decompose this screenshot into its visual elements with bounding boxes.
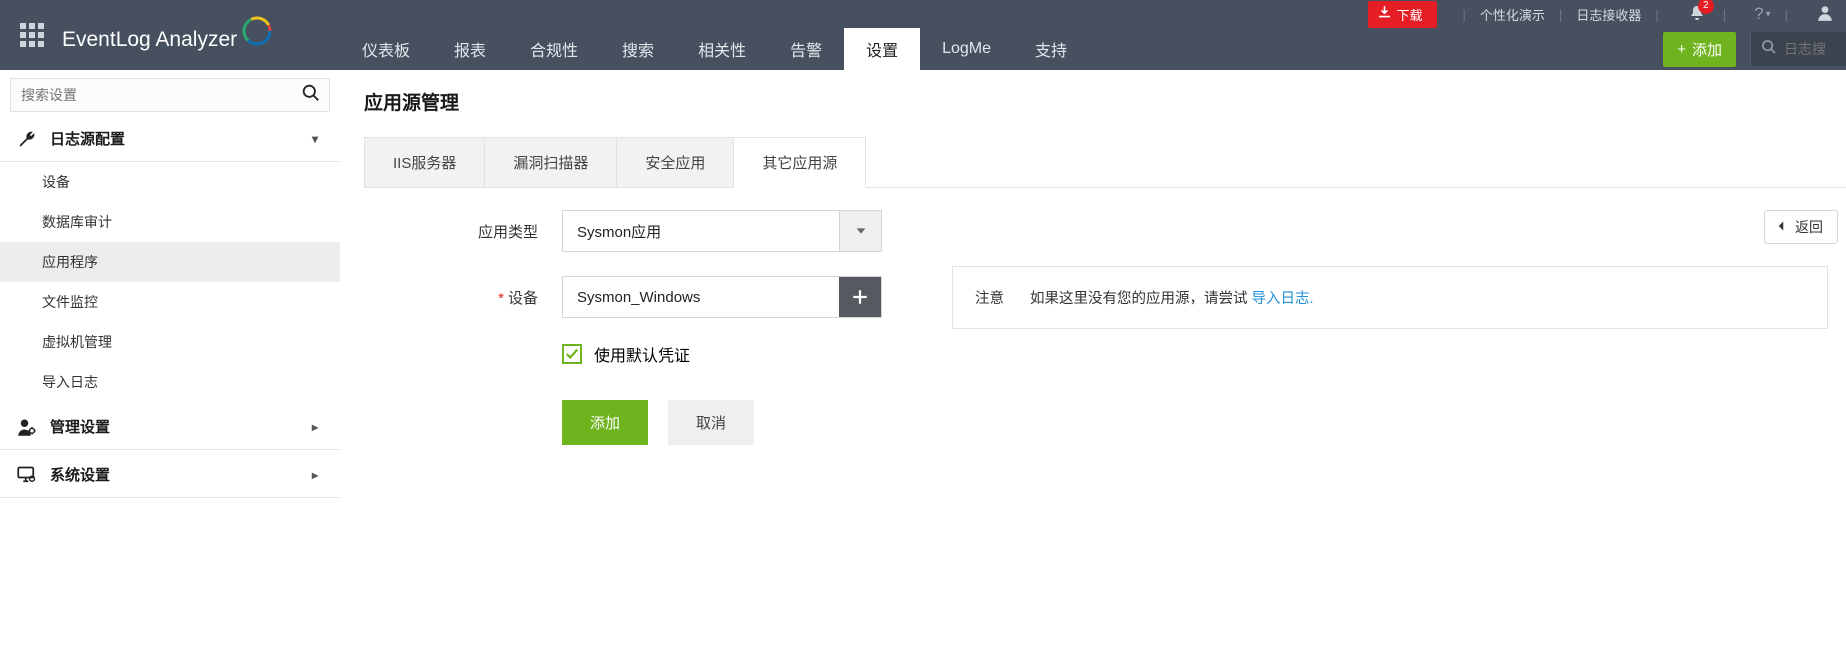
- tab-iis[interactable]: IIS服务器: [364, 137, 485, 187]
- sidebar-section-title: 管理设置: [50, 416, 110, 437]
- download-button[interactable]: 下载: [1368, 1, 1437, 28]
- plus-icon: +: [1677, 41, 1686, 58]
- add-device-button[interactable]: [839, 277, 881, 317]
- select-app-type-value: Sysmon应用: [563, 211, 839, 251]
- tab-other-sources[interactable]: 其它应用源: [734, 137, 866, 188]
- checkbox-default-credentials[interactable]: [562, 344, 582, 364]
- note-box: 注意 如果这里没有您的应用源，请尝试 导入日志.: [952, 266, 1828, 329]
- sidebar-section-log-source[interactable]: 日志源配置 ▾: [0, 114, 340, 162]
- help-menu[interactable]: ?▾: [1754, 4, 1771, 24]
- nav-tab-logme[interactable]: LogMe: [920, 28, 1013, 70]
- monitor-cog-icon: [16, 465, 38, 485]
- cancel-button[interactable]: 取消: [668, 400, 754, 445]
- separator: |: [1449, 7, 1480, 22]
- caret-right-icon: ▸: [312, 420, 318, 434]
- nav-tab-settings[interactable]: 设置: [844, 28, 920, 70]
- page-title: 应用源管理: [364, 88, 1846, 115]
- checkbox-label: 使用默认凭证: [594, 342, 690, 366]
- tab-security-apps[interactable]: 安全应用: [617, 137, 734, 187]
- main-nav: 仪表板 报表 合规性 搜索 相关性 告警 设置 LogMe 支持 + 添加: [340, 28, 1846, 70]
- sidebar-item-vm-manage[interactable]: 虚拟机管理: [0, 322, 340, 362]
- sidebar-item-db-audit[interactable]: 数据库审计: [0, 202, 340, 242]
- sidebar-item-import-logs[interactable]: 导入日志: [0, 362, 340, 402]
- receiver-link[interactable]: 日志接收器: [1576, 5, 1641, 24]
- nav-tab-compliance[interactable]: 合规性: [508, 28, 600, 70]
- note-text: 如果这里没有您的应用源，请尝试 导入日志.: [1030, 287, 1314, 308]
- nav-tab-alerts[interactable]: 告警: [768, 28, 844, 70]
- search-icon[interactable]: [302, 84, 320, 107]
- label-app-type: 应用类型: [372, 221, 562, 242]
- select-app-type[interactable]: Sysmon应用: [562, 210, 882, 252]
- chevron-down-icon[interactable]: [839, 211, 881, 251]
- sidebar-section-system[interactable]: 系统设置 ▸: [0, 450, 340, 498]
- nav-tab-reports[interactable]: 报表: [432, 28, 508, 70]
- search-icon: [1761, 39, 1776, 59]
- separator: |: [1771, 7, 1802, 22]
- tab-vuln-scanner[interactable]: 漏洞扫描器: [485, 137, 617, 187]
- download-icon: [1378, 6, 1391, 22]
- sidebar-section-title: 系统设置: [50, 464, 110, 485]
- separator: |: [1545, 7, 1576, 22]
- chevron-left-icon: [1775, 219, 1787, 235]
- nav-tab-correlation[interactable]: 相关性: [676, 28, 768, 70]
- notification-badge: 2: [1698, 0, 1714, 14]
- sidebar-section-admin[interactable]: 管理设置 ▸: [0, 402, 340, 450]
- user-cog-icon: [16, 417, 38, 437]
- nav-tab-dashboard[interactable]: 仪表板: [340, 28, 432, 70]
- nav-tab-support[interactable]: 支持: [1013, 28, 1089, 70]
- sidebar-item-file-monitor[interactable]: 文件监控: [0, 282, 340, 322]
- wrench-icon: [16, 129, 38, 149]
- sidebar-search-input[interactable]: [10, 78, 330, 112]
- notification-bell-icon[interactable]: 2: [1689, 5, 1705, 24]
- nav-tab-search[interactable]: 搜索: [600, 28, 676, 70]
- add-button[interactable]: + 添加: [1663, 32, 1736, 67]
- submit-add-button[interactable]: 添加: [562, 400, 648, 445]
- separator: |: [1641, 7, 1672, 22]
- top-search-input[interactable]: [1784, 41, 1844, 57]
- back-button[interactable]: 返回: [1764, 210, 1838, 244]
- sidebar-section-title: 日志源配置: [50, 128, 125, 149]
- sidebar-item-devices[interactable]: 设备: [0, 162, 340, 202]
- sidebar: 日志源配置 ▾ 设备 数据库审计 应用程序 文件监控 虚拟机管理 导入日志 管理…: [0, 70, 340, 498]
- demo-link[interactable]: 个性化演示: [1480, 5, 1545, 24]
- brand-ring-icon: [243, 18, 271, 46]
- label-device: *设备: [372, 287, 562, 308]
- input-device[interactable]: [563, 277, 839, 317]
- content-tabs: IIS服务器 漏洞扫描器 安全应用 其它应用源: [364, 137, 1846, 188]
- import-logs-link[interactable]: 导入日志.: [1252, 291, 1314, 307]
- note-title: 注意: [975, 287, 1004, 308]
- caret-down-icon: ▾: [312, 132, 318, 146]
- sidebar-item-applications[interactable]: 应用程序: [0, 242, 340, 282]
- user-avatar-icon[interactable]: [1816, 4, 1834, 25]
- brand-name: EventLog Analyzer: [62, 28, 237, 52]
- top-search[interactable]: [1750, 32, 1846, 66]
- brand-logo: EventLog Analyzer: [62, 18, 271, 52]
- apps-grid-icon[interactable]: [20, 23, 44, 47]
- caret-right-icon: ▸: [312, 468, 318, 482]
